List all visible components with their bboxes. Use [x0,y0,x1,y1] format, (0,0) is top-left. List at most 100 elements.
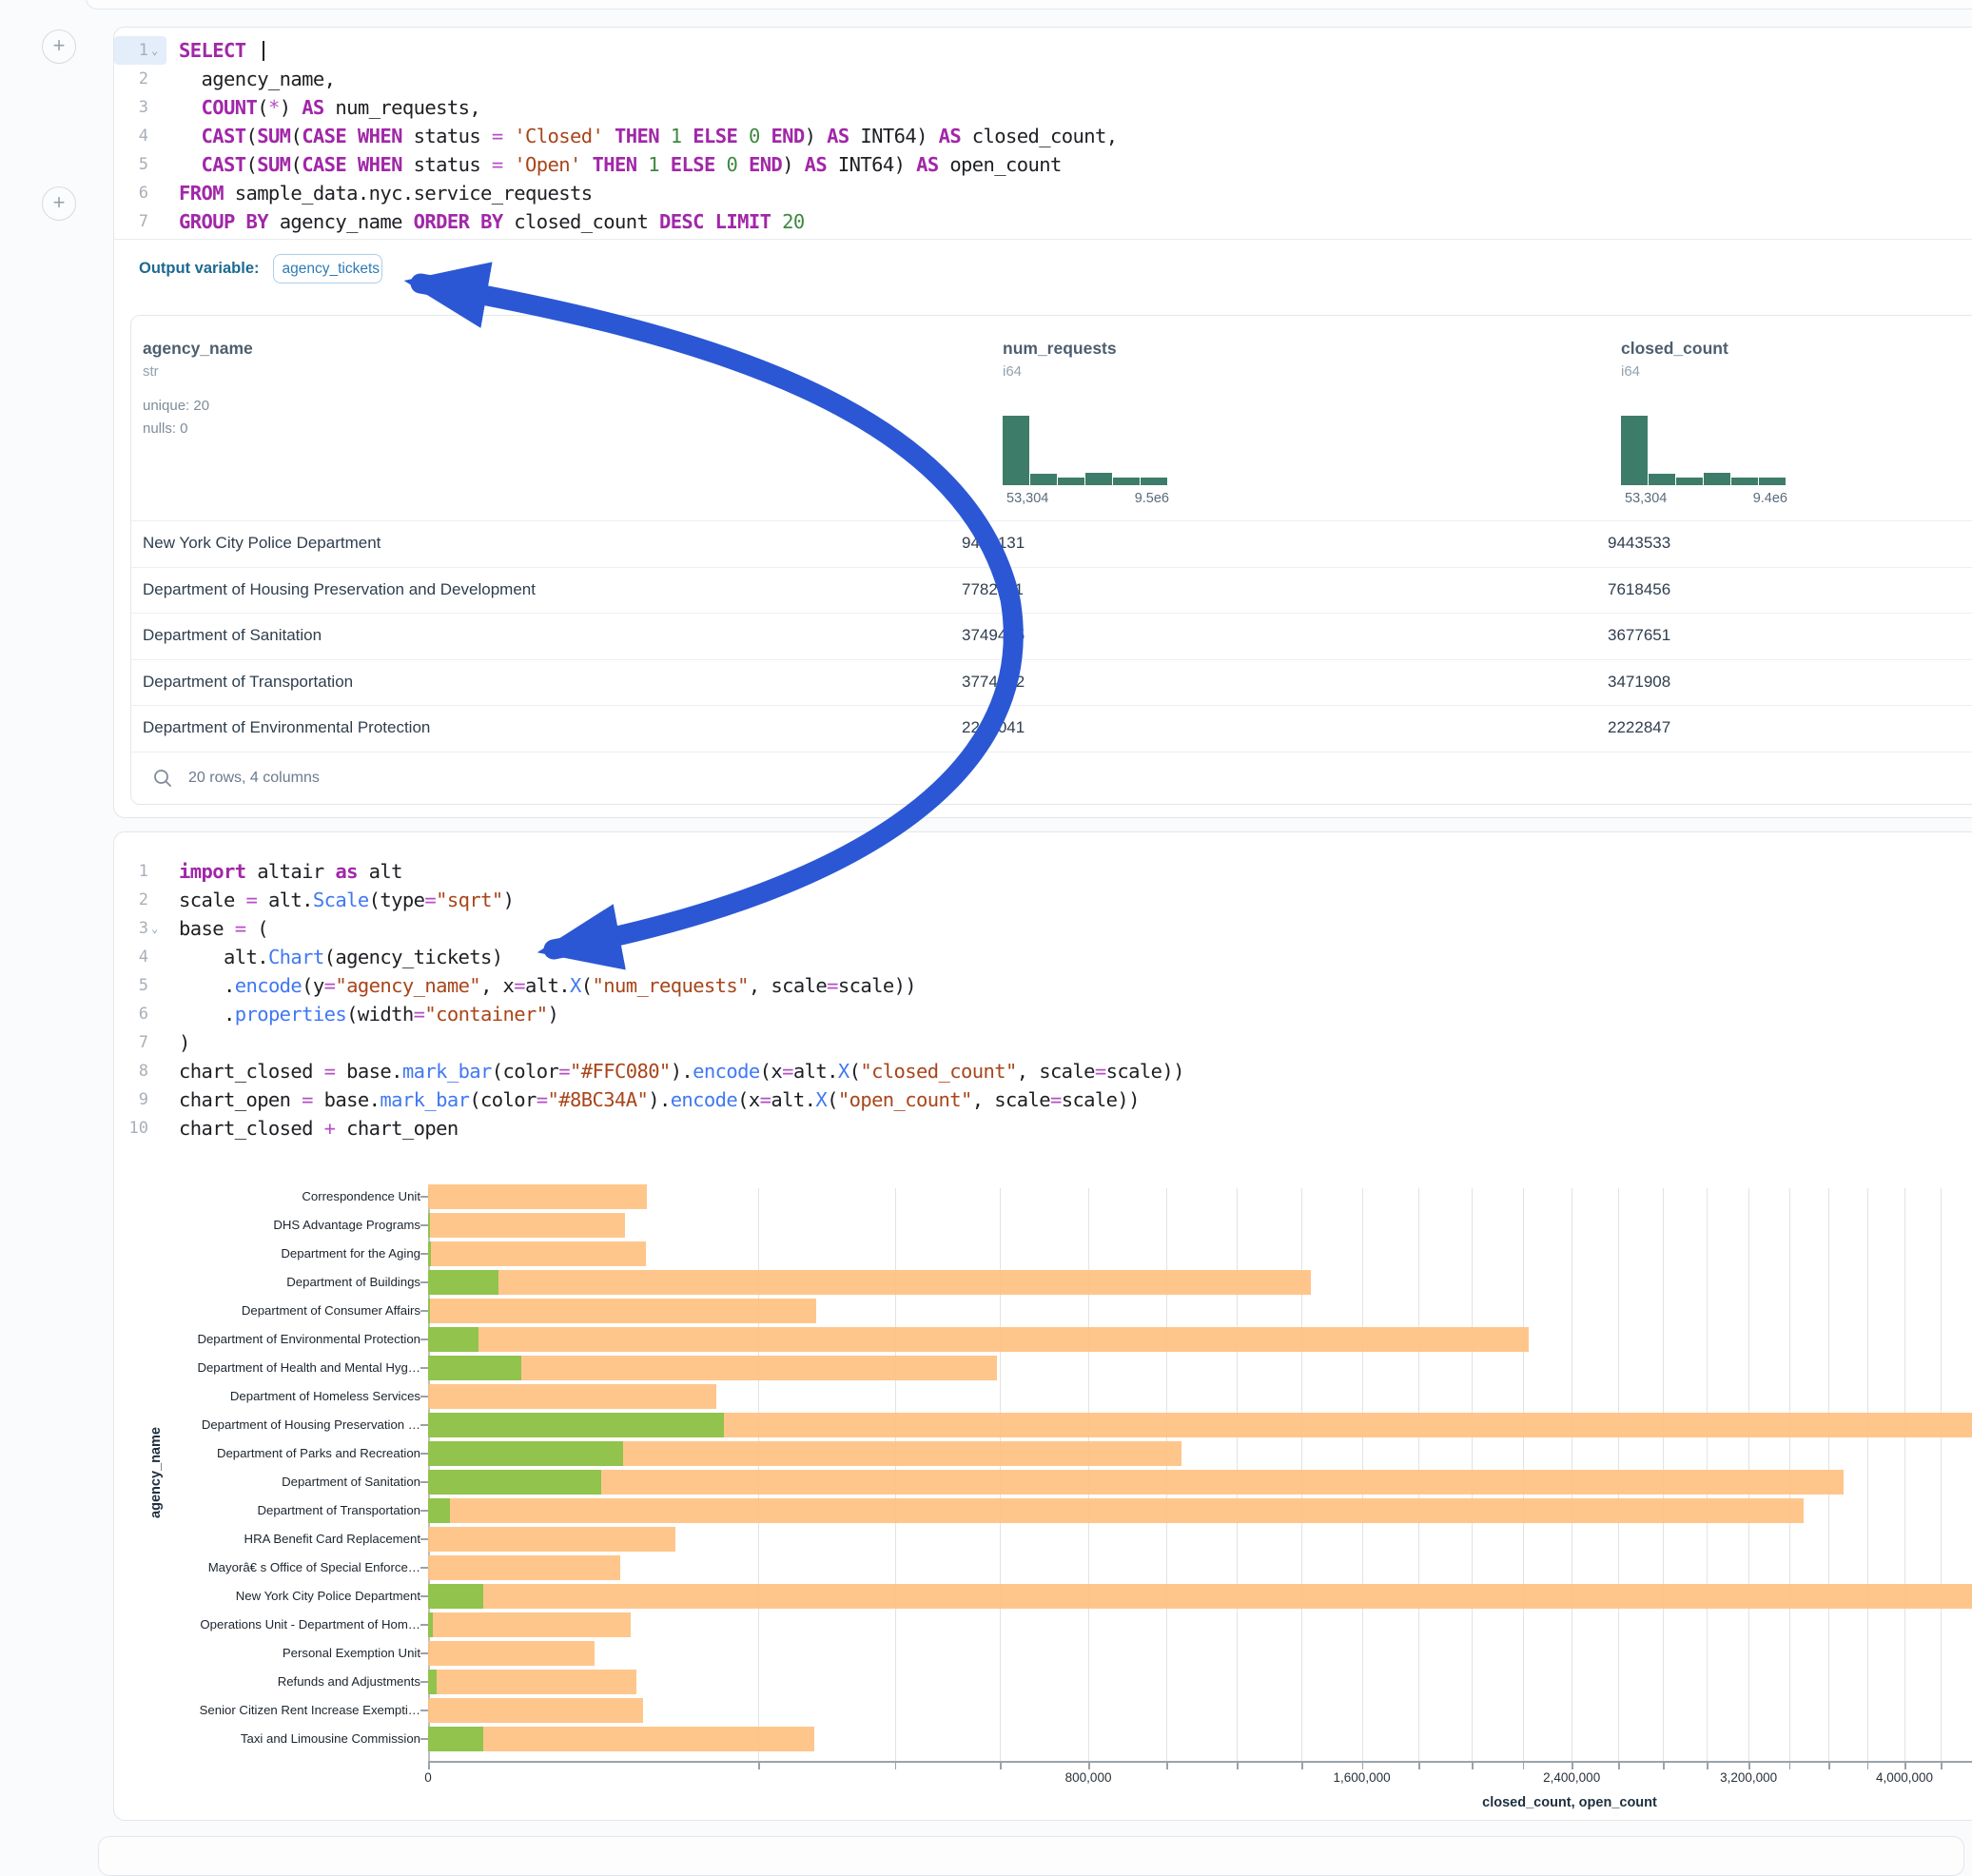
code-text: GROUP BY agency_name ORDER BY closed_cou… [166,207,805,236]
search-icon[interactable] [152,768,173,789]
line-number[interactable]: 7 [114,207,166,236]
x-axis-tick [1572,1763,1573,1769]
y-axis-label: Correspondence Unit [118,1189,420,1203]
y-axis-tick [420,1367,428,1369]
agency-name-cell: Department of Environmental Protection [143,718,430,737]
x-axis-title: closed_count, open_count [1303,1795,1836,1810]
y-axis-label: Refunds and Adjustments [118,1674,420,1689]
histogram-max-label: 9.5e6 [1101,491,1169,506]
bar-closed-count [428,1184,647,1209]
add-cell-button[interactable]: + [42,29,76,64]
histogram-bar [1141,478,1167,485]
code-text: SELECT [166,36,264,65]
y-axis-title: agency_name [148,1416,164,1530]
y-axis-label: New York City Police Department [118,1589,420,1603]
code-text: COUNT(*) AS num_requests, [166,93,480,122]
bar-closed-count [428,1555,620,1580]
histogram-max-label: 9.4e6 [1719,491,1787,506]
row-count-summary: 20 rows, 4 columns [188,770,320,787]
bar-closed-count [428,1213,625,1238]
line-number[interactable]: 3 [114,93,166,122]
output-variable-pill[interactable]: agency_tickets [273,254,382,283]
fold-chevron-icon[interactable]: ⌄ [151,36,161,65]
x-axis-tick [1867,1763,1869,1769]
bar-open-count [428,1670,437,1694]
bar-open-count [428,1413,724,1437]
y-axis-label: Department of Consumer Affairs [118,1303,420,1318]
next-cell-edge [98,1836,1964,1876]
y-axis-label: Department of Homeless Services [118,1389,420,1403]
histogram-bar [1030,474,1057,485]
histogram-bar [1003,416,1029,485]
histogram-bar [1704,473,1730,485]
bar-closed-count [428,1384,716,1409]
bar-closed-count [428,1241,646,1266]
bar-open-count [428,1727,483,1751]
code-line[interactable]: 4 CAST(SUM(CASE WHEN status = 'Closed' T… [114,122,1972,150]
line-number[interactable]: 4 [114,122,166,150]
code-line[interactable]: 1⌄SELECT [114,36,1972,65]
y-axis-label: Department of Buildings [118,1275,420,1289]
bar-closed-count [428,1612,631,1637]
agency-name-cell: Department of Sanitation [143,626,322,645]
line-number[interactable]: 6 [114,179,166,207]
line-number[interactable]: 2 [114,65,166,93]
y-axis-tick [420,1538,428,1540]
x-axis-tick [1663,1763,1665,1769]
x-axis-tick [1904,1763,1906,1769]
column-type: i64 [1621,363,1728,380]
bar-open-count [428,1441,623,1466]
bar-open-count [428,1299,430,1323]
closed-count-cell: 3677651 [1608,626,1670,645]
y-axis-tick [420,1652,428,1654]
x-axis-tick [1472,1763,1474,1769]
code-text: CAST(SUM(CASE WHEN status = 'Closed' THE… [166,122,1117,150]
line-number[interactable]: 1⌄ [114,36,166,65]
y-axis-tick [420,1681,428,1683]
histogram-closed-count [1621,409,1786,485]
y-axis-label: Senior Citizen Rent Increase Exempti… [118,1703,420,1717]
x-axis-tick [1088,1763,1090,1769]
y-axis-label: Department for the Aging [118,1246,420,1260]
code-line[interactable]: 7GROUP BY agency_name ORDER BY closed_co… [114,207,1972,236]
code-line[interactable]: 5 CAST(SUM(CASE WHEN status = 'Open' THE… [114,150,1972,179]
column-header-closed-count: closed_count i64 [1621,339,1728,380]
agency-name-cell: Department of Transportation [143,673,353,692]
x-axis-tick [895,1763,897,1769]
bar-open-count [428,1356,521,1380]
x-axis-tick [1618,1763,1620,1769]
text-cursor [263,41,264,61]
y-axis-tick [420,1196,428,1198]
add-cell-button[interactable]: + [42,186,76,221]
sql-editor[interactable]: 1⌄SELECT 2 agency_name,3 COUNT(*) AS num… [114,36,1972,236]
histogram-bar [1113,478,1140,485]
bar-open-count [428,1584,483,1609]
histogram-bar [1731,478,1758,485]
y-axis-tick [420,1738,428,1740]
column-header-agency-name: agency_name str unique: 20 nulls: 0 [143,339,253,440]
closed-count-cell: 9443533 [1608,534,1670,553]
y-axis-tick [420,1281,428,1283]
output-variable-row: Output variable: agency_tickets [114,239,1972,297]
line-number[interactable]: 5 [114,150,166,179]
x-tick-label: 2,400,000 [1543,1770,1600,1785]
histogram-bar [1621,416,1648,485]
bar-open-count [428,1612,433,1637]
code-line[interactable]: 6FROM sample_data.nyc.service_requests [114,179,1972,207]
x-axis-tick [1237,1763,1239,1769]
x-axis-tick [428,1763,430,1769]
x-tick-label: 0 [424,1770,432,1785]
closed-count-cell: 3471908 [1608,673,1670,692]
histogram-bar [1676,478,1703,485]
histogram-min-label: 53,304 [1625,491,1667,506]
closed-count-cell: 7618456 [1608,580,1670,599]
table-row: New York City Police Department945313194… [131,520,1972,568]
code-line[interactable]: 2 agency_name, [114,65,1972,93]
code-line[interactable]: 3 COUNT(*) AS num_requests, [114,93,1972,122]
column-name: num_requests [1003,339,1117,359]
column-name: closed_count [1621,339,1728,359]
y-axis-label: DHS Advantage Programs [118,1218,420,1232]
y-axis-label: Department of Environmental Protection [118,1332,420,1346]
y-axis-tick [420,1424,428,1426]
table-row: Department of Housing Preservation and D… [131,567,1972,615]
